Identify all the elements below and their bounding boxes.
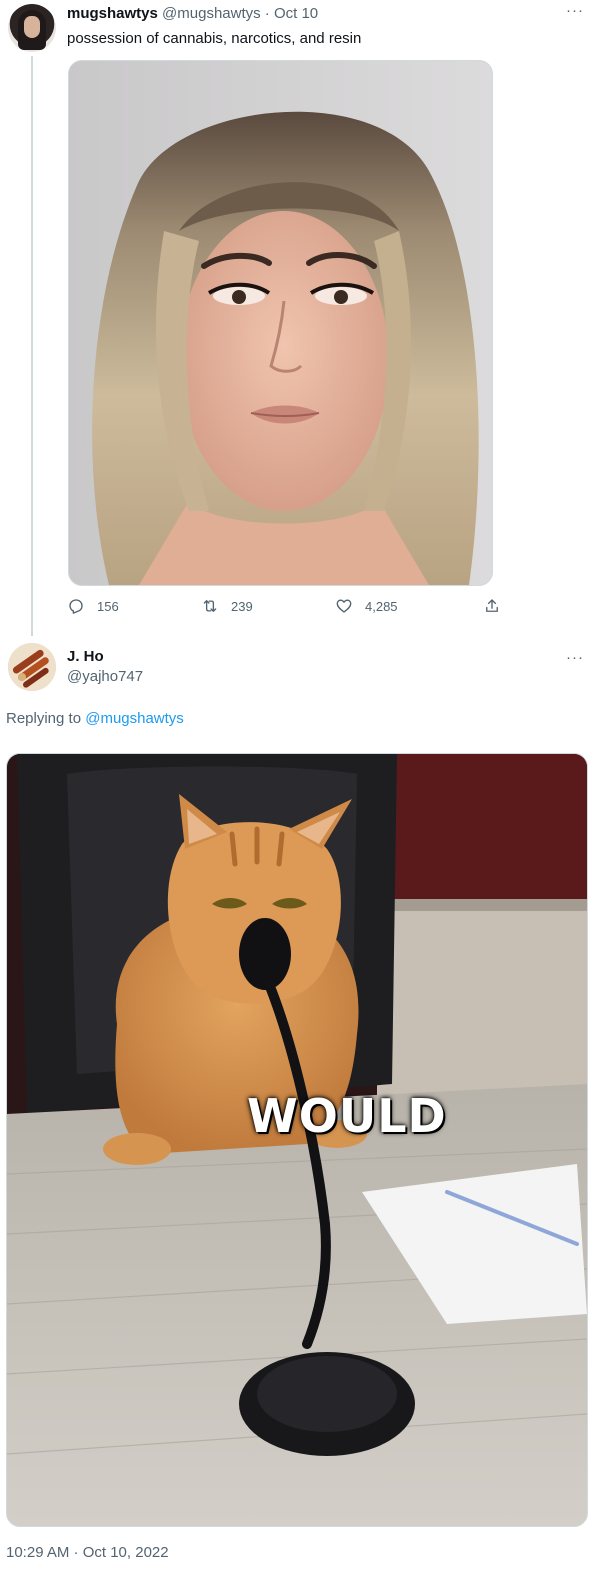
reply-count: 156 — [97, 598, 119, 614]
like-count: 4,285 — [365, 598, 398, 614]
author-handle-and-date[interactable]: @mugshawtys · Oct 10 — [162, 5, 318, 22]
avatar-face-shape — [24, 16, 40, 38]
like-button[interactable]: 4,285 — [335, 597, 398, 615]
author-avatar[interactable] — [8, 4, 56, 52]
share-icon — [486, 599, 498, 612]
author-display-name[interactable]: mugshawtys — [67, 5, 158, 22]
parent-tweet[interactable]: mugshawtys @mugshawtys · Oct 10 ··· poss… — [0, 0, 600, 636]
reply-photo[interactable]: WOULD — [6, 753, 588, 1527]
replying-to-prefix: Replying to — [6, 710, 82, 727]
retweet-icon — [203, 600, 217, 612]
reply-more-options-icon[interactable]: ··· — [566, 650, 584, 665]
reply-button[interactable]: 156 — [67, 597, 119, 615]
meme-caption: WOULD — [247, 1089, 447, 1143]
mugshot-photo-illustration — [69, 61, 492, 585]
tweet-header: mugshawtys @mugshawtys · Oct 10 — [67, 5, 318, 22]
tweet-photo[interactable] — [68, 60, 493, 586]
retweet-button[interactable]: 239 — [201, 597, 253, 615]
more-options-icon[interactable]: ··· — [566, 3, 584, 18]
reply-icon — [69, 599, 83, 614]
share-button[interactable] — [483, 597, 501, 615]
replying-to-line: Replying to @mugshawtys — [6, 710, 184, 727]
heart-icon — [336, 599, 352, 613]
reply-author-avatar[interactable] — [8, 643, 56, 691]
retweet-count: 239 — [231, 598, 253, 614]
tweet-actions: 156 239 4,285 — [67, 597, 507, 619]
reply-timestamp[interactable]: 10:29 AM · Oct 10, 2022 — [6, 1544, 169, 1561]
replying-to-mention-link[interactable]: @mugshawtys — [85, 710, 184, 727]
thread-connector-line — [31, 56, 33, 636]
tweet-text: possession of cannabis, narcotics, and r… — [67, 30, 362, 47]
food-avatar-illustration — [8, 643, 56, 691]
reply-author-handle[interactable]: @yajho747 — [67, 668, 143, 685]
reply-author-display-name[interactable]: J. Ho — [67, 648, 104, 665]
